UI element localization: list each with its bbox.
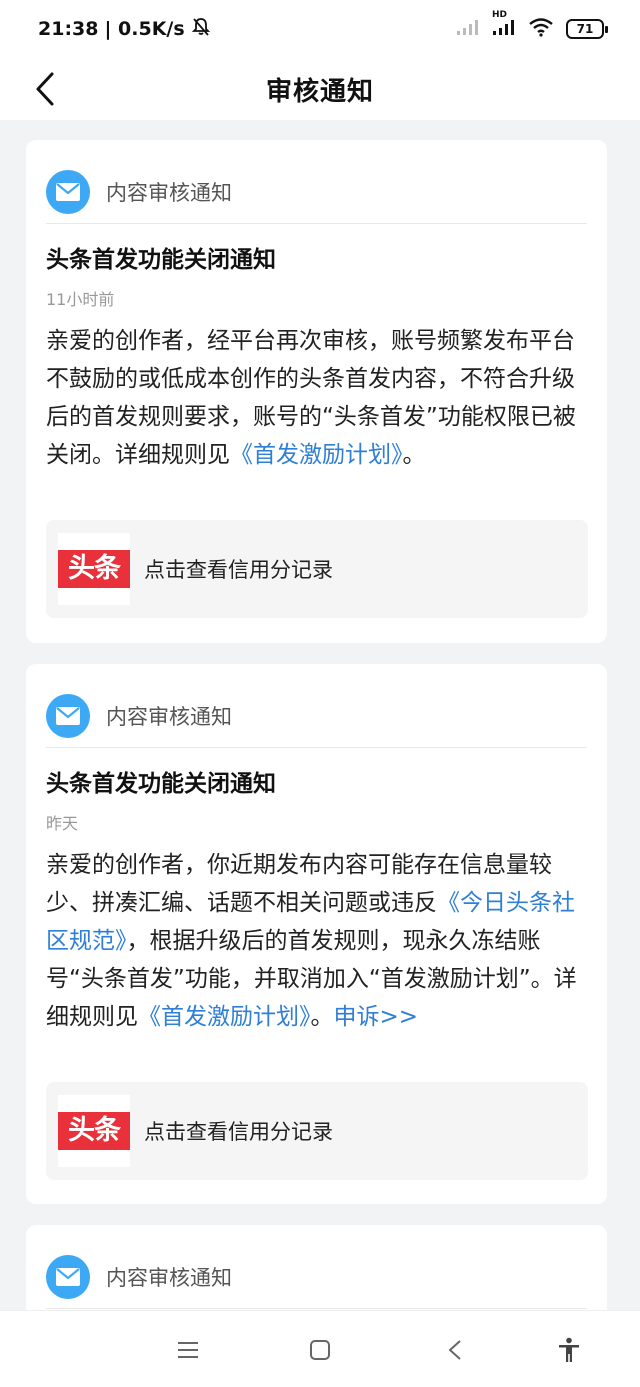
menu-button[interactable]: [169, 1331, 207, 1369]
mail-icon: [46, 693, 90, 738]
status-bar: 21:38 | 0.5K/s HD 71: [0, 0, 640, 58]
page-title: 审核通知: [265, 76, 374, 107]
wifi-icon: [528, 17, 554, 42]
notification-list[interactable]: 内容审核通知 头条首发功能关闭通知 11小时前 亲爱的创作者，经平台再次审核，账…: [0, 120, 640, 1310]
mail-icon: [46, 1254, 90, 1299]
credit-record-label: 点击查看信用分记录: [144, 1120, 333, 1144]
network-label: HD: [492, 9, 508, 20]
card-category: 内容审核通知: [106, 1265, 232, 1290]
card-category: 内容审核通知: [106, 704, 232, 729]
mail-icon: [46, 169, 90, 214]
accessibility-icon: [559, 1337, 579, 1362]
body-text: 。: [310, 1004, 334, 1030]
card-header: 内容审核通知: [46, 160, 587, 224]
card-title: 头条首发功能关闭通知: [46, 771, 276, 797]
credit-record-button[interactable]: 头条 点击查看信用分记录: [46, 1082, 588, 1180]
signal-weak-icon: [456, 18, 480, 41]
toutiao-logo: 头条: [58, 533, 130, 605]
system-nav-bar: [0, 1310, 640, 1387]
header-bar: 审核通知: [0, 58, 640, 120]
home-button[interactable]: [301, 1331, 339, 1369]
appeal-link[interactable]: 申诉>>: [334, 1004, 419, 1030]
card-category: 内容审核通知: [106, 180, 232, 205]
notification-card[interactable]: 内容审核通知 头条首发功能关闭通知 昨天 亲爱的创作者，你近期发布内容可能存在信…: [26, 664, 607, 1204]
card-header: 内容审核通知: [46, 684, 587, 748]
credit-record-label: 点击查看信用分记录: [144, 558, 333, 582]
home-square-icon: [310, 1340, 330, 1360]
incentive-plan-link[interactable]: 《首发激励计划》: [230, 442, 403, 468]
credit-record-button[interactable]: 头条 点击查看信用分记录: [46, 520, 588, 618]
card-body: 亲爱的创作者，你近期发布内容可能存在信息量较少、拼凑汇编、话题不相关问题或违反《…: [46, 846, 594, 1036]
mute-bell-icon: [191, 17, 211, 42]
status-speed: | 0.5K/s: [104, 18, 185, 40]
toutiao-logo-text: 头条: [58, 1112, 130, 1150]
toutiao-logo-text: 头条: [58, 550, 130, 588]
status-left: 21:38 | 0.5K/s: [38, 17, 211, 42]
card-header: 内容审核通知: [46, 1245, 587, 1309]
signal-hd-icon: HD: [492, 10, 516, 41]
accessibility-button[interactable]: [550, 1331, 588, 1369]
notification-card[interactable]: 内容审核通知 头条首发功能关闭通知 11小时前 亲爱的创作者，经平台再次审核，账…: [26, 140, 607, 643]
chevron-left-icon: [36, 72, 54, 106]
card-time: 昨天: [46, 814, 79, 833]
back-button[interactable]: [22, 66, 68, 112]
notification-card[interactable]: 内容审核通知: [26, 1225, 607, 1310]
menu-icon: [178, 1342, 198, 1358]
back-triangle-icon: [449, 1340, 461, 1360]
toutiao-logo: 头条: [58, 1095, 130, 1167]
body-text: 。: [402, 442, 426, 468]
incentive-plan-link[interactable]: 《首发激励计划》: [138, 1004, 311, 1030]
battery-indicator: 71: [566, 19, 608, 39]
status-time: 21:38: [38, 18, 99, 40]
status-right: HD 71: [456, 10, 608, 42]
card-title: 头条首发功能关闭通知: [46, 247, 276, 273]
card-time: 11小时前: [46, 290, 115, 309]
card-body: 亲爱的创作者，经平台再次审核，账号频繁发布平台不鼓励的或低成本创作的头条首发内容…: [46, 322, 594, 474]
system-back-button[interactable]: [436, 1331, 474, 1369]
